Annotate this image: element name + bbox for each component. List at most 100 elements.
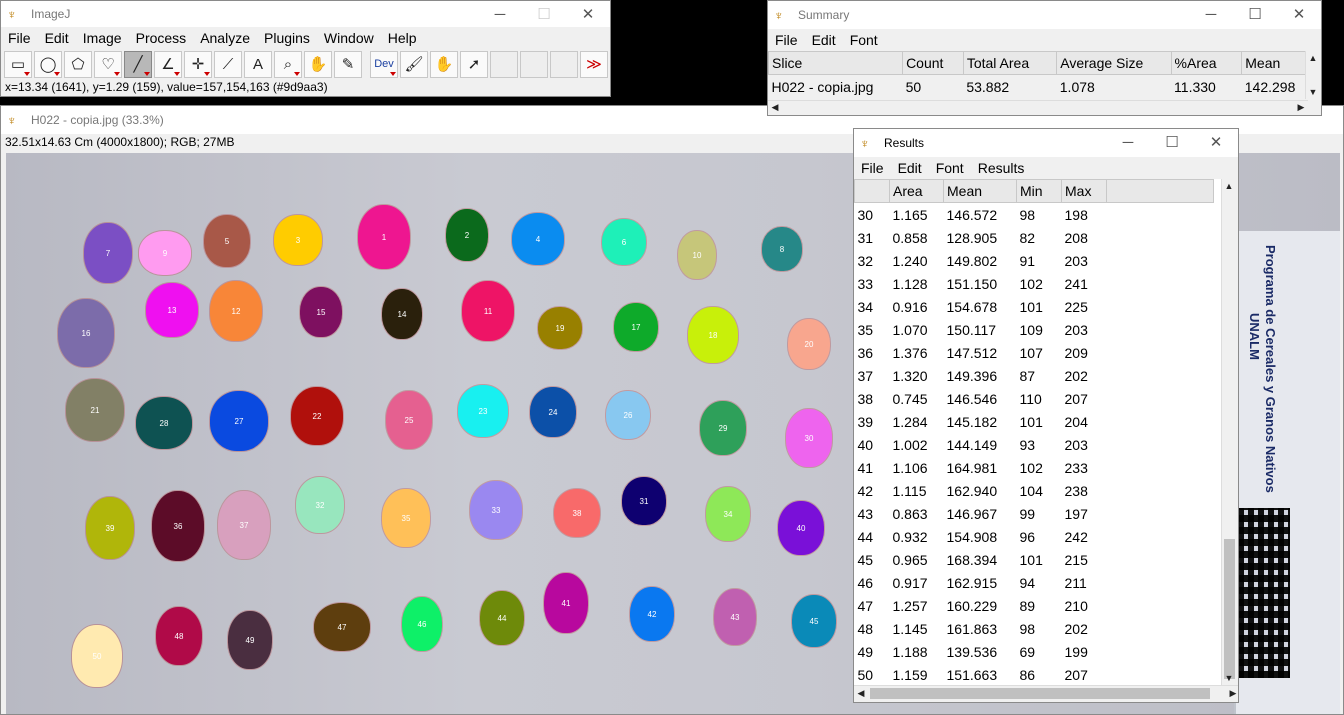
close-icon[interactable]: ✕: [1277, 1, 1321, 27]
table-row[interactable]: 45 0.965 168.394 101 215: [855, 548, 1214, 571]
results-col-header[interactable]: Min: [1016, 179, 1062, 203]
summary-col-header[interactable]: Total Area: [962, 51, 1058, 75]
table-row[interactable]: 44 0.932 154.908 96 242: [855, 525, 1214, 548]
summary-menu-font[interactable]: Font: [843, 32, 885, 48]
summary-horizontal-scrollbar[interactable]: ◀ ▶: [768, 100, 1308, 115]
minimize-icon[interactable]: ─: [1106, 129, 1150, 155]
close-icon[interactable]: ✕: [1194, 129, 1238, 155]
scroll-right-icon[interactable]: ▶: [1226, 688, 1238, 699]
results-menu-edit[interactable]: Edit: [891, 160, 929, 176]
scroll-thumb[interactable]: [870, 688, 1210, 699]
imagej-menu-help[interactable]: Help: [381, 30, 424, 46]
table-row[interactable]: 42 1.115 162.940 104 238: [855, 479, 1214, 502]
line-tool-icon[interactable]: ╱: [124, 50, 152, 78]
scroll-left-icon[interactable]: ◀: [854, 688, 868, 699]
particle-label: 26: [623, 410, 633, 420]
flood-fill-tool-icon[interactable]: ✋: [430, 50, 458, 78]
results-col-header[interactable]: Mean: [943, 179, 1017, 203]
results-cell: 145.182: [946, 413, 998, 430]
results-vertical-scrollbar[interactable]: ▲ ▼: [1221, 179, 1238, 685]
table-row[interactable]: 49 1.188 139.536 69 199: [855, 640, 1214, 663]
table-row[interactable]: 32 1.240 149.802 91 203: [855, 249, 1214, 272]
angle-tool-icon[interactable]: ∠: [154, 50, 182, 78]
summary-menu-file[interactable]: File: [768, 32, 805, 48]
summary-col-header[interactable]: Slice: [768, 51, 904, 75]
multipoint-tool-icon[interactable]: ✛: [184, 50, 212, 78]
table-row[interactable]: 48 1.145 161.863 98 202: [855, 617, 1214, 640]
summary-col-header[interactable]: Average Size: [1056, 51, 1172, 75]
imagej-titlebar[interactable]: ♆ ImageJ ─ ☐ ✕: [1, 1, 610, 27]
empty-tool-slot: [490, 50, 518, 78]
summary-data-row[interactable]: H022 - copia.jpg 50 53.882 1.078 11.330 142.2…: [769, 75, 1321, 99]
table-row[interactable]: 38 0.745 146.546 110 207: [855, 387, 1214, 410]
magnifier-tool-icon[interactable]: ⌕: [274, 50, 302, 78]
table-row[interactable]: 31 0.858 128.905 82 208: [855, 226, 1214, 249]
scroll-down-icon[interactable]: ▼: [1222, 673, 1236, 683]
particle-label: 48: [174, 631, 184, 641]
table-row[interactable]: 46 0.917 162.915 94 211: [855, 571, 1214, 594]
dev-menu-icon[interactable]: Dev: [370, 50, 398, 78]
minimize-icon[interactable]: ─: [1189, 1, 1233, 27]
wand-tool-icon[interactable]: ⟋: [214, 50, 242, 78]
imagej-menu-file[interactable]: File: [1, 30, 38, 46]
oval-tool-icon[interactable]: ◯: [34, 50, 62, 78]
minimize-icon[interactable]: ─: [478, 1, 522, 27]
brush-tool-icon[interactable]: 🖌: [400, 50, 428, 78]
imagej-menu-plugins[interactable]: Plugins: [257, 30, 317, 46]
more-tools-icon[interactable]: ≫: [580, 50, 608, 78]
scroll-left-icon[interactable]: ◀: [768, 102, 782, 113]
results-cell: 208: [1064, 229, 1088, 246]
rectangle-tool-icon[interactable]: ▭: [4, 50, 32, 78]
scroll-thumb[interactable]: [1224, 539, 1235, 679]
results-menu-font[interactable]: Font: [929, 160, 971, 176]
results-titlebar[interactable]: ♆ Results ─ ☐ ✕: [854, 129, 1238, 157]
table-row[interactable]: 39 1.284 145.182 101 204: [855, 410, 1214, 433]
maximize-icon[interactable]: ☐: [1233, 1, 1277, 27]
arrow-tool-icon[interactable]: ➚: [460, 50, 488, 78]
scroll-right-icon[interactable]: ▶: [1294, 102, 1308, 113]
scroll-down-icon[interactable]: ▼: [1306, 87, 1320, 97]
polygon-tool-icon[interactable]: ⬠: [64, 50, 92, 78]
table-row[interactable]: 37 1.320 149.396 87 202: [855, 364, 1214, 387]
results-cell: 1.188: [892, 643, 928, 660]
table-row[interactable]: 43 0.863 146.967 99 197: [855, 502, 1214, 525]
summary-titlebar[interactable]: ♆ Summary ─ ☐ ✕: [768, 1, 1321, 29]
table-row[interactable]: 35 1.070 150.117 109 203: [855, 318, 1214, 341]
table-row[interactable]: 47 1.257 160.229 89 210: [855, 594, 1214, 617]
results-col-header[interactable]: [854, 179, 890, 203]
imagej-menu-analyze[interactable]: Analyze: [193, 30, 257, 46]
summary-vertical-scrollbar[interactable]: ▲ ▼: [1305, 51, 1321, 99]
text-tool-icon[interactable]: A: [244, 50, 272, 78]
table-row[interactable]: 50 1.159 151.663 86 207: [855, 663, 1214, 685]
color-picker-tool-icon[interactable]: ✎: [334, 50, 362, 78]
scroll-up-icon[interactable]: ▲: [1222, 181, 1236, 191]
hand-tool-icon[interactable]: ✋: [304, 50, 332, 78]
results-menu-file[interactable]: File: [854, 160, 891, 176]
scroll-up-icon[interactable]: ▲: [1306, 53, 1320, 63]
summary-col-header[interactable]: Count: [902, 51, 964, 75]
results-col-header[interactable]: Max: [1061, 179, 1107, 203]
freehand-tool-icon[interactable]: ♡: [94, 50, 122, 78]
table-row[interactable]: 34 0.916 154.678 101 225: [855, 295, 1214, 318]
particle-50: 50: [72, 625, 122, 687]
results-menu-results[interactable]: Results: [971, 160, 1032, 176]
table-row[interactable]: 36 1.376 147.512 107 209: [855, 341, 1214, 364]
imagej-menu-window[interactable]: Window: [317, 30, 381, 46]
imagej-menu-process[interactable]: Process: [129, 30, 194, 46]
table-row[interactable]: 30 1.165 146.572 98 198: [855, 203, 1214, 227]
table-row[interactable]: 40 1.002 144.149 93 203: [855, 433, 1214, 456]
maximize-icon[interactable]: ☐: [1150, 129, 1194, 155]
results-horizontal-scrollbar[interactable]: ◀ ▶: [854, 685, 1238, 702]
summary-col-header[interactable]: %Area: [1170, 51, 1243, 75]
imagej-menu-image[interactable]: Image: [76, 30, 129, 46]
summary-menu-edit[interactable]: Edit: [805, 32, 843, 48]
close-icon[interactable]: ✕: [566, 1, 610, 27]
results-cell: 101: [1019, 413, 1043, 430]
particle-3: 3: [274, 215, 322, 265]
particle-label: 37: [239, 520, 249, 530]
particle-40: 40: [778, 501, 824, 555]
table-row[interactable]: 33 1.128 151.150 102 241: [855, 272, 1214, 295]
table-row[interactable]: 41 1.106 164.981 102 233: [855, 456, 1214, 479]
results-col-header[interactable]: Area: [889, 179, 944, 203]
imagej-menu-edit[interactable]: Edit: [38, 30, 76, 46]
